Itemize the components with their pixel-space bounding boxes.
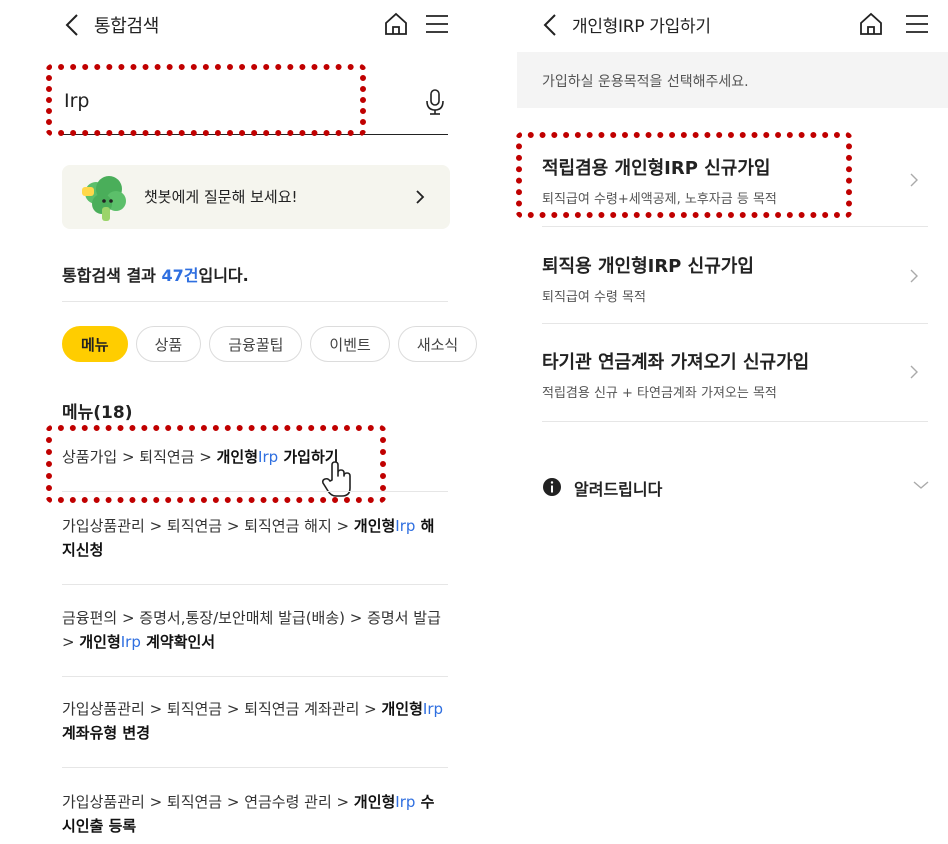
header: 개인형IRP 가입하기 [500, 0, 948, 52]
search-highlight: Irp [395, 793, 416, 811]
microphone-icon[interactable] [424, 88, 446, 116]
category-tabs: 메뉴 상품 금융꿀팁 이벤트 새소식 [62, 326, 500, 364]
option-title: 퇴직용 개인형IRP 신규가입 [542, 256, 754, 277]
page-title: 통합검색 [94, 16, 160, 37]
chevron-right-icon [910, 365, 918, 379]
divider [542, 226, 928, 227]
info-icon [543, 478, 561, 496]
search-highlight: Irp [422, 700, 444, 718]
search-highlight: Irp [395, 517, 416, 535]
menu-path: 가입상품관리 > 퇴직연금 > 퇴직연금 계좌관리 > [62, 700, 382, 718]
divider [542, 421, 928, 422]
divider [62, 301, 448, 302]
menu-result-item[interactable]: 가입상품관리 > 퇴직연금 > 퇴직연금 계좌관리 > 개인형Irp 계좌유형 … [62, 697, 448, 745]
result-count: 47건 [161, 266, 199, 285]
menu-path: 가입상품관리 > 퇴직연금 > 퇴직연금 해지 > [62, 517, 354, 535]
divider [62, 676, 448, 677]
irp-signup-screen: 개인형IRP 가입하기 가입하실 운용목적을 선택해주세요. 적립겸용 개인형I… [500, 0, 948, 844]
menu-path: 가입상품관리 > 퇴직연금 > 연금수령 관리 > [62, 793, 354, 811]
divider [62, 584, 448, 585]
back-arrow-icon[interactable] [540, 12, 562, 38]
search-screen: 통합검색 Irp 챗봇에게 질문해 보세요! 통합검색 결과 47건입니다. 메… [0, 0, 500, 844]
result-summary: 통합검색 결과 47건입니다. [62, 262, 249, 286]
chatbot-label: 챗봇에게 질문해 보세요! [144, 188, 298, 206]
search-highlight: Irp [120, 633, 141, 651]
tab-products[interactable]: 상품 [135, 326, 202, 362]
menu-result-item[interactable]: 금융편의 > 증명서,통장/보안매체 발급(배송) > 증명서 발급 > 개인형… [62, 606, 448, 654]
chatbot-banner[interactable]: 챗봇에게 질문해 보세요! [62, 165, 450, 229]
annotation-highlight-option [516, 132, 852, 218]
menu-result-item[interactable]: 가입상품관리 > 퇴직연금 > 연금수령 관리 > 개인형Irp 수시인출 등록 [62, 790, 448, 838]
home-icon[interactable] [383, 11, 409, 37]
result-summary-suffix: 입니다. [198, 266, 249, 285]
hamburger-menu-icon[interactable] [424, 11, 450, 37]
page-title: 개인형IRP 가입하기 [572, 17, 711, 37]
menu-keyword: 개인형 [353, 517, 396, 535]
chevron-right-icon [910, 269, 918, 283]
menu-target: 계좌유형 변경 [62, 724, 151, 742]
divider [542, 323, 928, 324]
annotation-highlight-search [46, 64, 366, 136]
notice-bar: 가입하실 운용목적을 선택해주세요. [517, 52, 948, 108]
menu-result-item[interactable]: 가입상품관리 > 퇴직연금 > 퇴직연금 해지 > 개인형Irp 해지신청 [62, 514, 448, 562]
back-arrow-icon[interactable] [62, 12, 84, 38]
option-subtitle: 적립겸용 신규 + 타연금계좌 가져오는 목적 [542, 386, 777, 401]
menu-keyword: 개인형 [353, 793, 396, 811]
result-summary-prefix: 통합검색 결과 [62, 266, 162, 285]
tab-news[interactable]: 새소식 [397, 326, 478, 362]
notice-text: 가입하실 운용목적을 선택해주세요. [542, 74, 749, 90]
header: 통합검색 [0, 0, 500, 52]
chatbot-mascot-icon [82, 176, 126, 221]
option-transfer-pension[interactable]: 타기관 연금계좌 가져오기 신규가입 적립겸용 신규 + 타연금계좌 가져오는 … [542, 348, 928, 444]
divider [62, 491, 448, 492]
menu-target: 계약확인서 [140, 633, 216, 651]
notice-section-label[interactable]: 알려드립니다 [574, 476, 662, 500]
tab-finance-tips[interactable]: 금융꿀팁 [209, 326, 303, 362]
section-title: 메뉴(18) [62, 403, 133, 423]
chevron-down-icon[interactable] [912, 478, 930, 492]
divider [62, 767, 448, 768]
tab-events[interactable]: 이벤트 [310, 326, 390, 362]
option-title: 타기관 연금계좌 가져오기 신규가입 [542, 352, 810, 373]
menu-keyword: 개인형 [79, 633, 121, 651]
chevron-right-icon [416, 190, 425, 204]
chevron-right-icon [910, 173, 918, 187]
menu-keyword: 개인형 [381, 700, 423, 718]
home-icon[interactable] [858, 11, 884, 37]
option-subtitle: 퇴직급여 수령 목적 [542, 290, 646, 305]
tab-menu[interactable]: 메뉴 [62, 326, 128, 362]
hamburger-menu-icon[interactable] [904, 11, 930, 37]
option-retirement-irp[interactable]: 퇴직용 개인형IRP 신규가입 퇴직급여 수령 목적 [542, 252, 928, 348]
